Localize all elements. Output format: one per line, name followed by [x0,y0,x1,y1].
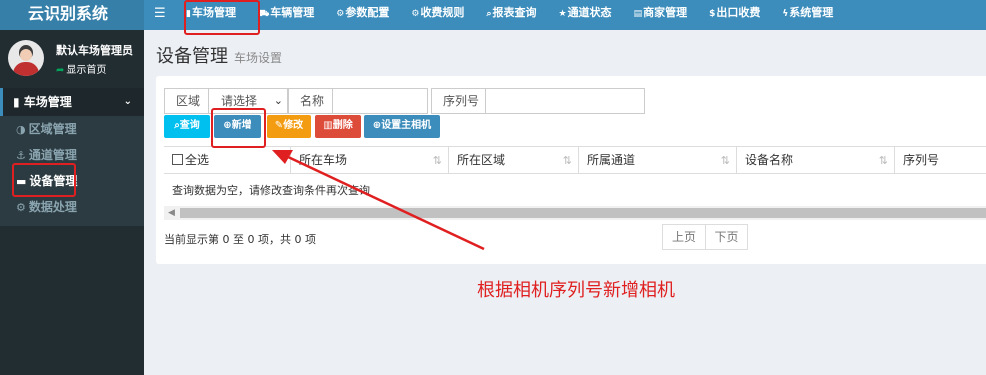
set-main-camera-label: 设置主相机 [381,120,432,131]
column-label: 全选 [185,153,210,167]
column-serial[interactable]: 序列号 [894,147,986,174]
annotation-text: 根据相机序列号新增相机 [477,280,675,301]
bolt-icon: ϟ [782,9,789,19]
sort-icon[interactable]: ⇅ [563,147,572,174]
nav-fee-rules[interactable]: ⚙收费规则 [411,0,464,30]
user-name: 默认车场管理员 [56,44,133,57]
area-select-value: 请选择 [221,94,258,108]
prev-page-button[interactable]: 上页 [662,224,706,250]
sidebar-item-label: 通道管理 [28,148,77,162]
column-channel[interactable]: 所属通道 ⇅ [578,147,736,174]
nav-parameter-config[interactable]: ⚙参数配置 [336,0,389,30]
search-icon: ⌕ [486,9,492,19]
parking-icon: ▮ [13,95,24,109]
column-label: 设备名称 [745,153,794,167]
anchor-icon: ⚓ [16,149,26,162]
nav-system-management[interactable]: ϟ系统管理 [782,0,833,30]
sidebar-item-area[interactable]: ◑ 区域管理 [0,116,144,142]
sidebar-item-label: 数据处理 [28,200,77,214]
scroll-left-icon[interactable]: ◀ [168,206,175,220]
dollar-icon: $ [709,9,716,19]
chevron-down-icon: ⌄ [273,94,283,107]
content-header: 设备管理 车场设置 [156,42,282,68]
half-circle-icon: ◑ [16,123,26,136]
column-area[interactable]: 所在区域 ⇅ [448,147,578,174]
area-label: 区域 [164,88,209,114]
sort-icon[interactable]: ⇅ [879,147,888,174]
page-subtitle: 车场设置 [234,51,283,65]
star-icon: ★ [558,9,567,19]
home-link[interactable]: ➦ 显示首页 [56,61,106,76]
device-panel: 区域 请选择 ⌄ 名称 序列号 ⌕查询 ⊕新增 ✎修改 ▥删除 ⊕设置主相机 全选… [156,76,986,264]
nav-merchant-management[interactable]: ▤商家管理 [634,0,688,30]
sidebar: 默认车场管理员 ➦ 显示首页 ▮ 车场管理 ⌄ ◑ 区域管理 ⚓ 通道管理 ▬ 设备管理… [0,30,144,375]
gears-icon: ⚙ [411,9,420,19]
nav-label: 系统管理 [789,6,834,19]
sidebar-toggle-icon[interactable]: ☰ [154,0,166,30]
table-header: 全选 所在车场 ⇅ 所在区域 ⇅ 所属通道 ⇅ 设备名称 ⇅ 序列号 [164,146,986,174]
edit-button[interactable]: ✎修改 [267,115,311,138]
pagination-info: 当前显示第 0 至 0 项，共 0 项 [164,233,316,246]
nav-exit-charge[interactable]: $出口收费 [709,0,760,30]
column-label: 所在车场 [299,153,348,167]
store-icon: ▤ [633,9,643,19]
name-input[interactable] [332,88,428,114]
nav-report-query[interactable]: ⌕报表查询 [486,0,536,30]
gears-icon: ⚙ [16,201,26,214]
edit-button-label: 修改 [283,120,304,131]
column-parking-lot[interactable]: 所在车场 ⇅ [290,147,448,174]
plus-circle-icon: ⊕ [372,120,382,131]
horizontal-scrollbar[interactable]: ◀ [164,206,986,220]
name-label: 名称 [288,88,333,114]
serial-label: 序列号 [431,88,486,114]
sidebar-section-label: 车场管理 [23,95,72,109]
delete-button-label: 删除 [332,120,353,131]
nav-label: 车辆管理 [270,6,315,19]
share-icon: ➦ [56,65,65,76]
edit-icon: ✎ [274,120,284,131]
nav-vehicle-management[interactable]: ⛟车辆管理 [258,0,314,30]
nav-channel-status[interactable]: ★通道状态 [558,0,611,30]
set-main-camera-button[interactable]: ⊕设置主相机 [364,115,440,138]
main-nav: ▮车场管理 ⛟车辆管理 ⚙参数配置 ⚙收费规则 ⌕报表查询 ★通道状态 ▤商家管… [186,0,855,30]
nav-label: 商家管理 [643,6,688,19]
nav-label: 收费规则 [420,6,465,19]
top-navbar: 云识别系统 ☰ ▮车场管理 ⛟车辆管理 ⚙参数配置 ⚙收费规则 ⌕报表查询 ★通… [0,0,986,30]
app-logo[interactable]: 云识别系统 [0,0,144,30]
gear-icon: ⚙ [336,9,345,19]
nav-label: 参数配置 [345,6,390,19]
sidebar-item-data[interactable]: ⚙ 数据处理 [0,194,144,220]
home-link-label: 显示首页 [66,65,107,76]
scrollbar-thumb[interactable] [180,208,986,218]
nav-label: 通道状态 [567,6,612,19]
trash-icon: ▥ [323,120,333,131]
avatar [8,40,44,76]
empty-table-message: 查询数据为空，请修改查询条件再次查询 [172,184,370,197]
sidebar-section-parking[interactable]: ▮ 车场管理 ⌄ [0,88,144,116]
column-label: 所在区域 [457,153,506,167]
select-all-checkbox[interactable] [172,154,183,165]
user-panel: 默认车场管理员 ➦ 显示首页 [0,30,144,82]
sidebar-item-label: 区域管理 [28,122,77,136]
select-all-header[interactable]: 全选 [164,147,290,174]
sort-icon[interactable]: ⇅ [433,147,442,174]
column-device-name[interactable]: 设备名称 ⇅ [736,147,894,174]
highlight-sidebar-device [12,163,76,197]
nav-label: 报表查询 [492,6,537,19]
column-label: 序列号 [903,153,940,167]
chevron-down-icon: ⌄ [123,96,132,107]
sort-icon[interactable]: ⇅ [721,147,730,174]
highlight-add-button [211,108,266,148]
highlight-nav-parking [184,0,260,35]
page-title: 设备管理 [156,46,228,67]
serial-input[interactable] [485,88,645,114]
query-button-label: 查询 [179,120,200,131]
next-page-button[interactable]: 下页 [705,224,748,250]
column-label: 所属通道 [587,153,636,167]
delete-button[interactable]: ▥删除 [315,115,361,138]
nav-label: 出口收费 [716,6,761,19]
query-button[interactable]: ⌕查询 [164,115,210,138]
